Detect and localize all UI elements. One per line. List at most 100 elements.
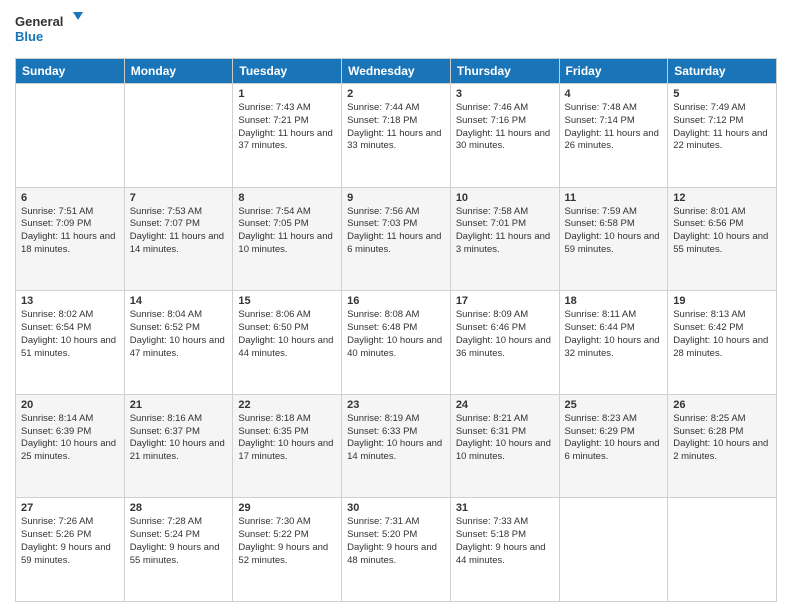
day-number: 30 — [347, 502, 445, 514]
day-number: 26 — [673, 399, 771, 411]
calendar-cell: 17 Sunrise: 8:09 AMSunset: 6:46 PMDayligh… — [450, 291, 559, 395]
day-info: Sunrise: 7:30 AMSunset: 5:22 PMDaylight:… — [238, 516, 336, 567]
calendar-cell — [559, 498, 668, 602]
weekday-header-tuesday: Tuesday — [233, 59, 342, 84]
day-info: Sunrise: 7:46 AMSunset: 7:16 PMDaylight:… — [456, 102, 554, 153]
day-number: 29 — [238, 502, 336, 514]
day-number: 28 — [130, 502, 228, 514]
calendar-cell: 14 Sunrise: 8:04 AMSunset: 6:52 PMDayligh… — [124, 291, 233, 395]
day-number: 14 — [130, 295, 228, 307]
day-info: Sunrise: 7:44 AMSunset: 7:18 PMDaylight:… — [347, 102, 445, 153]
day-number: 27 — [21, 502, 119, 514]
weekday-header-row: SundayMondayTuesdayWednesdayThursdayFrid… — [16, 59, 777, 84]
calendar-cell: 10 Sunrise: 7:58 AMSunset: 7:01 PMDayligh… — [450, 187, 559, 291]
calendar-cell: 8Sunrise: 7:54 AMSunset: 7:05 PMDaylight… — [233, 187, 342, 291]
day-info: Sunrise: 8:02 AMSunset: 6:54 PMDaylight:… — [21, 309, 119, 360]
day-info: Sunrise: 7:31 AMSunset: 5:20 PMDaylight:… — [347, 516, 445, 567]
calendar-cell: 31 Sunrise: 7:33 AMSunset: 5:18 PMDayligh… — [450, 498, 559, 602]
day-number: 1 — [238, 88, 336, 100]
calendar-cell: 13 Sunrise: 8:02 AMSunset: 6:54 PMDayligh… — [16, 291, 125, 395]
logo: General Blue — [15, 10, 85, 50]
day-number: 4 — [565, 88, 663, 100]
weekday-header-wednesday: Wednesday — [342, 59, 451, 84]
day-info: Sunrise: 7:49 AMSunset: 7:12 PMDaylight:… — [673, 102, 771, 153]
calendar-week-0: 1Sunrise: 7:43 AMSunset: 7:21 PMDaylight… — [16, 84, 777, 188]
calendar-cell: 9 Sunrise: 7:56 AMSunset: 7:03 PMDaylight… — [342, 187, 451, 291]
calendar-week-2: 13 Sunrise: 8:02 AMSunset: 6:54 PMDayligh… — [16, 291, 777, 395]
day-info: Sunrise: 7:51 AMSunset: 7:09 PMDaylight:… — [21, 206, 119, 257]
day-number: 5 — [673, 88, 771, 100]
calendar-cell: 2Sunrise: 7:44 AMSunset: 7:18 PMDaylight… — [342, 84, 451, 188]
calendar-cell: 20Sunrise: 8:14 AMSunset: 6:39 PMDayligh… — [16, 394, 125, 498]
day-number: 31 — [456, 502, 554, 514]
day-number: 17 — [456, 295, 554, 307]
day-number: 6 — [21, 192, 119, 204]
day-info: Sunrise: 7:59 AMSunset: 6:58 PMDaylight:… — [565, 206, 663, 257]
day-info: Sunrise: 7:28 AMSunset: 5:24 PMDaylight:… — [130, 516, 228, 567]
svg-text:General: General — [15, 14, 63, 29]
calendar-cell: 5 Sunrise: 7:49 AMSunset: 7:12 PMDaylight… — [668, 84, 777, 188]
day-number: 18 — [565, 295, 663, 307]
day-number: 12 — [673, 192, 771, 204]
day-number: 11 — [565, 192, 663, 204]
calendar-cell: 25Sunrise: 8:23 AMSunset: 6:29 PMDayligh… — [559, 394, 668, 498]
weekday-header-friday: Friday — [559, 59, 668, 84]
calendar-cell: 4 Sunrise: 7:48 AMSunset: 7:14 PMDaylight… — [559, 84, 668, 188]
weekday-header-monday: Monday — [124, 59, 233, 84]
calendar-cell — [668, 498, 777, 602]
day-info: Sunrise: 8:06 AMSunset: 6:50 PMDaylight:… — [238, 309, 336, 360]
weekday-header-sunday: Sunday — [16, 59, 125, 84]
calendar-cell: 28 Sunrise: 7:28 AMSunset: 5:24 PMDayligh… — [124, 498, 233, 602]
day-info: Sunrise: 7:26 AMSunset: 5:26 PMDaylight:… — [21, 516, 119, 567]
day-number: 23 — [347, 399, 445, 411]
svg-text:Blue: Blue — [15, 29, 43, 44]
day-number: 7 — [130, 192, 228, 204]
calendar-week-1: 6 Sunrise: 7:51 AMSunset: 7:09 PMDaylight… — [16, 187, 777, 291]
day-info: Sunrise: 8:13 AMSunset: 6:42 PMDaylight:… — [673, 309, 771, 360]
day-info: Sunrise: 7:53 AMSunset: 7:07 PMDaylight:… — [130, 206, 228, 257]
day-number: 19 — [673, 295, 771, 307]
day-info: Sunrise: 8:19 AMSunset: 6:33 PMDaylight:… — [347, 413, 445, 464]
day-number: 25 — [565, 399, 663, 411]
calendar-cell: 1Sunrise: 7:43 AMSunset: 7:21 PMDaylight… — [233, 84, 342, 188]
calendar-cell: 7 Sunrise: 7:53 AMSunset: 7:07 PMDaylight… — [124, 187, 233, 291]
calendar-week-4: 27 Sunrise: 7:26 AMSunset: 5:26 PMDayligh… — [16, 498, 777, 602]
day-number: 10 — [456, 192, 554, 204]
day-number: 22 — [238, 399, 336, 411]
day-number: 16 — [347, 295, 445, 307]
day-number: 9 — [347, 192, 445, 204]
day-number: 8 — [238, 192, 336, 204]
calendar-cell — [16, 84, 125, 188]
calendar-cell: 6 Sunrise: 7:51 AMSunset: 7:09 PMDaylight… — [16, 187, 125, 291]
calendar-cell: 15 Sunrise: 8:06 AMSunset: 6:50 PMDayligh… — [233, 291, 342, 395]
day-info: Sunrise: 8:18 AMSunset: 6:35 PMDaylight:… — [238, 413, 336, 464]
logo-svg: General Blue — [15, 10, 85, 50]
day-number: 24 — [456, 399, 554, 411]
calendar-cell: 29 Sunrise: 7:30 AMSunset: 5:22 PMDayligh… — [233, 498, 342, 602]
day-number: 20 — [21, 399, 119, 411]
day-info: Sunrise: 7:48 AMSunset: 7:14 PMDaylight:… — [565, 102, 663, 153]
day-number: 13 — [21, 295, 119, 307]
day-number: 21 — [130, 399, 228, 411]
day-info: Sunrise: 7:56 AMSunset: 7:03 PMDaylight:… — [347, 206, 445, 257]
weekday-header-saturday: Saturday — [668, 59, 777, 84]
day-info: Sunrise: 8:21 AMSunset: 6:31 PMDaylight:… — [456, 413, 554, 464]
calendar-cell: 24 Sunrise: 8:21 AMSunset: 6:31 PMDayligh… — [450, 394, 559, 498]
day-info: Sunrise: 7:33 AMSunset: 5:18 PMDaylight:… — [456, 516, 554, 567]
day-info: Sunrise: 8:09 AMSunset: 6:46 PMDaylight:… — [456, 309, 554, 360]
day-number: 3 — [456, 88, 554, 100]
day-info: Sunrise: 8:01 AMSunset: 6:56 PMDaylight:… — [673, 206, 771, 257]
calendar-cell: 21Sunrise: 8:16 AMSunset: 6:37 PMDayligh… — [124, 394, 233, 498]
calendar-week-3: 20Sunrise: 8:14 AMSunset: 6:39 PMDayligh… — [16, 394, 777, 498]
calendar-cell: 11 Sunrise: 7:59 AMSunset: 6:58 PMDayligh… — [559, 187, 668, 291]
calendar-cell: 19 Sunrise: 8:13 AMSunset: 6:42 PMDayligh… — [668, 291, 777, 395]
day-info: Sunrise: 8:04 AMSunset: 6:52 PMDaylight:… — [130, 309, 228, 360]
calendar-table: SundayMondayTuesdayWednesdayThursdayFrid… — [15, 58, 777, 602]
day-info: Sunrise: 8:08 AMSunset: 6:48 PMDaylight:… — [347, 309, 445, 360]
day-number: 15 — [238, 295, 336, 307]
calendar-cell: 30 Sunrise: 7:31 AMSunset: 5:20 PMDayligh… — [342, 498, 451, 602]
day-info: Sunrise: 7:58 AMSunset: 7:01 PMDaylight:… — [456, 206, 554, 257]
calendar-cell: 26Sunrise: 8:25 AMSunset: 6:28 PMDayligh… — [668, 394, 777, 498]
calendar-cell: 3 Sunrise: 7:46 AMSunset: 7:16 PMDaylight… — [450, 84, 559, 188]
calendar-cell: 27 Sunrise: 7:26 AMSunset: 5:26 PMDayligh… — [16, 498, 125, 602]
